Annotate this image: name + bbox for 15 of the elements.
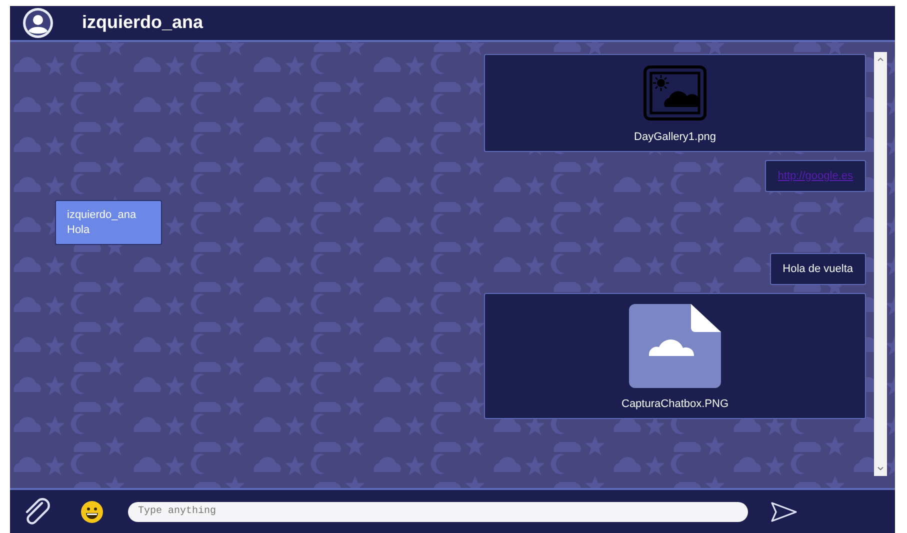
message-text: Hola de vuelta [782,262,853,275]
send-icon[interactable] [770,500,798,523]
sender-name: izquierdo_ana [67,208,138,221]
file-message[interactable]: CapturaChatbox.PNG [484,292,866,419]
message-text: Hola [67,224,91,236]
avatar-icon[interactable] [22,6,54,39]
message-input[interactable]: Type anything [128,502,748,522]
smiley-icon[interactable] [80,500,104,524]
scrollbar[interactable] [874,52,887,476]
image-icon [643,64,707,121]
contact-name: izquierdo_ana [82,12,204,34]
file-name: CapturaChatbox.PNG [622,398,728,410]
file-name: DayGallery1.png [634,130,716,143]
file-message[interactable]: DayGallery1.png [484,54,866,152]
document-icon [629,304,721,388]
